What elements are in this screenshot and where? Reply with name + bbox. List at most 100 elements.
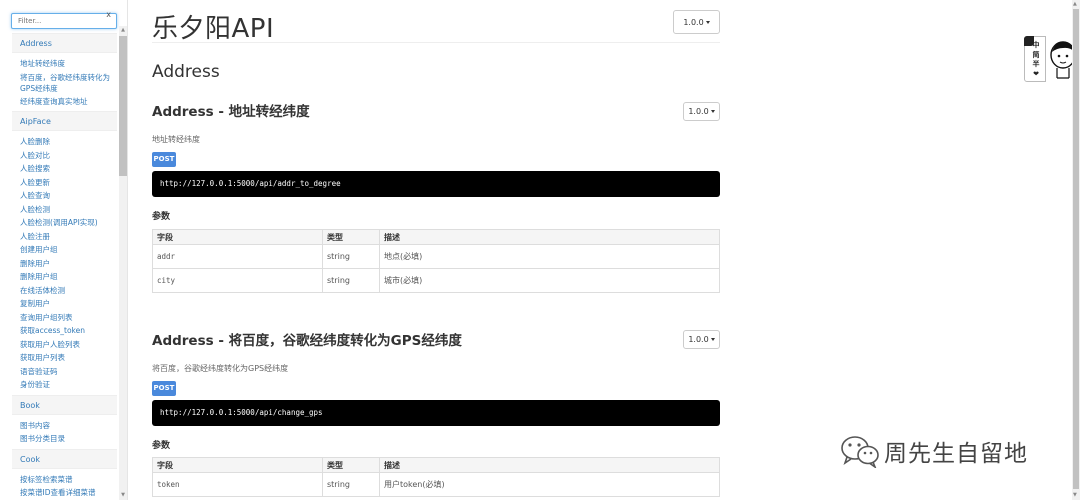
widget-char: 中: [1032, 41, 1040, 49]
scroll-up-arrow-icon[interactable]: ▲: [120, 27, 126, 33]
nav-item[interactable]: 复制用户: [12, 297, 117, 311]
nav-item[interactable]: 删除用户: [12, 257, 117, 271]
page-scroll-thumb[interactable]: [1073, 9, 1079, 489]
section-title: Address - 将百度，谷歌经纬度转化为GPS经纬度: [152, 333, 462, 349]
divider: [152, 42, 720, 43]
nav-group-book: Book 图书内容 图书分类目录: [12, 394, 117, 446]
param-desc: 用户token(必填): [379, 472, 720, 497]
sidebar-nav: Address 地址转经纬度 将百度，谷歌经纬度转化为GPS经纬度 经纬度查询真…: [12, 33, 117, 500]
page-title: 乐夕阳API: [152, 14, 275, 44]
version-label: 1.0.0: [688, 335, 709, 344]
column-header: 字段: [152, 229, 323, 245]
caret-down-icon: [710, 338, 715, 341]
nav-item[interactable]: 人脸对比: [12, 149, 117, 163]
nav-item[interactable]: 人脸删除: [12, 135, 117, 149]
nav-item[interactable]: 按标签检索菜谱: [12, 473, 117, 487]
section-version-dropdown[interactable]: 1.0.0: [683, 330, 720, 349]
nav-item[interactable]: 人脸检测: [12, 203, 117, 217]
scroll-down-arrow-icon[interactable]: ▼: [1073, 492, 1077, 498]
nav-header-aipface[interactable]: AipFace: [12, 111, 117, 131]
nav-item[interactable]: 人脸注册: [12, 230, 117, 244]
version-dropdown[interactable]: 1.0.0: [673, 10, 720, 34]
nav-item-degree-to-address[interactable]: 经纬度查询真实地址: [12, 95, 117, 109]
version-label: 1.0.0: [683, 17, 704, 27]
filter-clear-button[interactable]: x: [106, 10, 111, 19]
widget-char: 半: [1032, 60, 1040, 68]
nav-item[interactable]: 人脸查询: [12, 189, 117, 203]
column-header: 描述: [379, 229, 720, 245]
nav-item[interactable]: 图书分类目录: [12, 432, 117, 446]
section-description: 地址转经纬度: [152, 135, 200, 144]
watermark: 周先生自留地: [840, 434, 1028, 468]
caret-down-icon: [710, 110, 715, 113]
sidebar-scroll-thumb[interactable]: [119, 36, 127, 176]
nav-item[interactable]: 人脸搜索: [12, 162, 117, 176]
nav-header-address[interactable]: Address: [12, 33, 117, 53]
table-row: city string 城市(必填): [152, 268, 720, 293]
nav-item[interactable]: 查询用户组列表: [12, 311, 117, 325]
param-type: string: [322, 472, 380, 497]
params-table: 字段 类型 描述 token string 用户token(必填): [152, 457, 720, 497]
method-badge: POST: [152, 381, 176, 396]
nav-item[interactable]: 语音验证码: [12, 365, 117, 379]
group-title: Address: [152, 62, 220, 82]
nav-item[interactable]: 删除用户组: [12, 270, 117, 284]
column-header: 类型: [322, 229, 380, 245]
method-badge: POST: [152, 152, 176, 167]
nav-item[interactable]: 人脸检测(调用API实现): [12, 216, 117, 230]
widget-tab[interactable]: 中 简 半 ❤: [1024, 36, 1046, 82]
scroll-down-arrow-icon[interactable]: ▼: [120, 492, 126, 498]
nav-item[interactable]: 创建用户组: [12, 243, 117, 257]
widget-text: 中 简 半 ❤: [1030, 41, 1042, 79]
version-label: 1.0.0: [688, 107, 709, 116]
nav-group-aipface: AipFace 人脸删除 人脸对比 人脸搜索 人脸更新 人脸查询 人脸检测 人脸…: [12, 111, 117, 392]
section-version-dropdown[interactable]: 1.0.0: [683, 102, 720, 121]
param-field: addr: [152, 244, 323, 269]
filter-box: x: [11, 8, 117, 29]
table-row: addr string 地点(必填): [152, 244, 720, 269]
endpoint-url: http://127.0.0.1:5000/api/change_gps: [152, 400, 720, 426]
nav-item-change-gps[interactable]: 将百度，谷歌经纬度转化为GPS经纬度: [12, 72, 117, 94]
heart-icon: ❤: [1033, 69, 1039, 78]
table-header-row: 字段 类型 描述: [152, 229, 720, 245]
nav-item[interactable]: 人脸更新: [12, 176, 117, 190]
params-heading: 参数: [152, 212, 171, 222]
nav-item[interactable]: 在线活体检测: [12, 284, 117, 298]
floating-widget[interactable]: 中 简 半 ❤: [1024, 36, 1076, 82]
wechat-icon: [841, 436, 879, 468]
column-header: 类型: [322, 457, 380, 473]
nav-item[interactable]: 按菜谱ID查看详细菜谱: [12, 486, 117, 500]
nav-item[interactable]: 图书内容: [12, 419, 117, 433]
param-type: string: [322, 268, 380, 293]
nav-group-cook: Cook 按标签检索菜谱 按菜谱ID查看详细菜谱: [12, 448, 117, 500]
sidebar-scrollbar[interactable]: [119, 26, 127, 500]
nav-item[interactable]: 获取access_token: [12, 324, 117, 338]
param-type: string: [322, 244, 380, 269]
nav-header-book[interactable]: Book: [12, 394, 117, 415]
param-field: token: [152, 472, 323, 497]
table-row: token string 用户token(必填): [152, 472, 720, 497]
nav-item-addr-to-degree[interactable]: 地址转经纬度: [12, 57, 117, 71]
table-header-row: 字段 类型 描述: [152, 457, 720, 473]
filter-input[interactable]: [11, 13, 117, 29]
sidebar: x Address 地址转经纬度 将百度，谷歌经纬度转化为GPS经纬度 经纬度查…: [0, 0, 128, 500]
scroll-up-arrow-icon[interactable]: ▲: [1073, 1, 1077, 7]
page-scrollbar[interactable]: [1072, 0, 1080, 500]
param-desc: 地点(必填): [379, 244, 720, 269]
endpoint-url: http://127.0.0.1:5000/api/addr_to_degree: [152, 171, 720, 197]
section-title: Address - 地址转经纬度: [152, 104, 310, 120]
nav-item[interactable]: 获取用户列表: [12, 351, 117, 365]
param-field: city: [152, 268, 323, 293]
param-desc: 城市(必填): [379, 268, 720, 293]
watermark-text: 周先生自留地: [884, 441, 1028, 467]
column-header: 字段: [152, 457, 323, 473]
params-table: 字段 类型 描述 addr string 地点(必填) city string …: [152, 229, 720, 293]
main-content: 乐夕阳API 1.0.0 Address Address - 地址转经纬度 1.…: [152, 0, 722, 500]
caret-down-icon: [705, 20, 710, 24]
nav-group-address: Address 地址转经纬度 将百度，谷歌经纬度转化为GPS经纬度 经纬度查询真…: [12, 33, 117, 108]
nav-header-cook[interactable]: Cook: [12, 448, 117, 469]
params-heading: 参数: [152, 441, 171, 451]
section-description: 将百度，谷歌经纬度转化为GPS经纬度: [152, 364, 289, 373]
nav-item[interactable]: 获取用户人脸列表: [12, 338, 117, 352]
nav-item[interactable]: 身份验证: [12, 378, 117, 392]
